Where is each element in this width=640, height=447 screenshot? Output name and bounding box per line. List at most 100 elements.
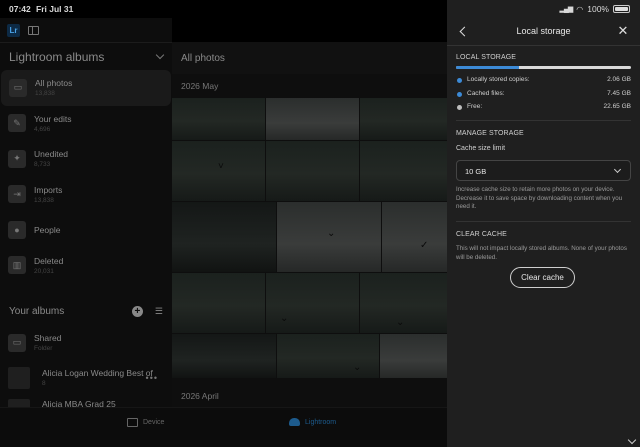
bottom-tab-bar: Device Lightroom	[0, 407, 447, 447]
divider	[456, 221, 631, 222]
sidebar-item-count: 8,733	[34, 161, 51, 169]
battery-icon	[613, 5, 630, 13]
tab-lightroom[interactable]: Lightroom	[289, 418, 336, 426]
legend-value: 2.06 GB	[607, 76, 631, 83]
lightroom-albums-header[interactable]: Lightroom albums	[0, 42, 172, 70]
month-header-may: 2026 May	[181, 81, 219, 91]
sidebar-item-your-edits[interactable]: ✎ Your edits 4,696	[0, 106, 172, 142]
sidebar-item-imports[interactable]: ⇥ Imports 13,838	[0, 177, 172, 213]
battery-percent: 100%	[587, 4, 609, 14]
pencil-icon: ✎	[8, 114, 26, 133]
cache-help-text: Increase cache size to retain more photo…	[456, 186, 623, 211]
page-title: All photos	[172, 42, 447, 74]
cache-size-value: 10 GB	[465, 167, 487, 176]
status-bar: 07:42 Fri Jul 31 ▂▄▆ ◠ 100%	[0, 0, 640, 18]
sidebar-item-label: People	[34, 224, 61, 235]
album-item-wedding[interactable]: Alicia Logan Wedding Best of 8 •••	[0, 360, 172, 395]
clear-cache-button[interactable]: Clear cache	[510, 267, 575, 288]
your-albums-title: Your albums	[9, 305, 65, 317]
album-sub: 8	[42, 380, 46, 387]
photo-thumbnail[interactable]: ⌄	[266, 273, 359, 333]
status-time: 07:42	[9, 4, 31, 14]
sidebar-item-deleted[interactable]: ▥ Deleted 20,031	[0, 248, 172, 284]
sidebar-item-count: 13,838	[35, 90, 55, 98]
your-albums-header: Your albums + ☰	[0, 297, 172, 325]
album-label: Alicia Logan Wedding Best of	[42, 368, 153, 378]
legend-dot	[457, 78, 462, 83]
photo-thumbnail[interactable]	[172, 273, 265, 333]
add-album-icon[interactable]: +	[131, 305, 143, 317]
more-icon[interactable]: •••	[146, 373, 158, 383]
photo-thumbnail[interactable]: ✓	[382, 202, 447, 272]
divider	[456, 120, 631, 121]
clear-cache-help-text: This will not impact locally stored albu…	[456, 245, 627, 261]
wifi-icon: ◠	[576, 4, 584, 14]
app-topbar: Lr	[0, 18, 172, 42]
sidebar-item-count: 4,696	[34, 125, 51, 133]
legend-dot	[457, 105, 462, 110]
legend-label: Cached files:	[467, 90, 505, 97]
photo-thumbnail[interactable]	[360, 141, 447, 201]
sidebar-item-label: Unedited	[34, 149, 69, 160]
photo-thumbnail[interactable]	[380, 334, 447, 378]
sidebar-toggle-icon[interactable]	[28, 25, 39, 35]
legend-dot	[457, 92, 462, 97]
sidebar-item-label: Deleted	[34, 255, 64, 266]
lightroom-logo: Lr	[7, 23, 20, 37]
legend-label: Locally stored copies:	[467, 76, 530, 83]
status-date: Fri Jul 31	[36, 4, 74, 14]
photo-thumbnail[interactable]	[360, 98, 447, 140]
photo-thumbnail[interactable]	[172, 202, 276, 272]
photo-thumbnail[interactable]: ˅	[172, 141, 265, 201]
sidebar-item-unedited[interactable]: ✦ Unedited 8,733	[0, 141, 172, 177]
status-right: ▂▄▆ ◠ 100%	[560, 4, 630, 14]
storage-usage-fill	[456, 66, 519, 69]
storage-usage-bar	[456, 66, 631, 69]
folder-icon: ▭	[8, 333, 26, 352]
sort-icon[interactable]: ☰	[155, 306, 163, 317]
close-icon[interactable]: ✕	[616, 24, 630, 38]
cache-size-select[interactable]: 10 GB	[456, 160, 631, 181]
month-header-april: 2026 April	[172, 384, 447, 407]
album-label: Shared	[34, 333, 62, 343]
sidebar-item-label: Your edits	[34, 113, 72, 124]
photo-grid-area: All photos 2026 May ˅ ⌄ ✓ ⌄ ⌄ ⌄ 2026 Apr…	[172, 42, 447, 407]
legend-label: Free:	[467, 103, 483, 110]
album-item-shared[interactable]: ▭ Shared Folder	[0, 325, 172, 360]
photo-thumbnail[interactable]	[266, 141, 359, 201]
signal-icon: ▂▄▆	[559, 6, 574, 13]
photo-icon: ▭	[9, 78, 27, 97]
local-storage-heading: LOCAL STORAGE	[456, 54, 517, 61]
device-icon	[127, 418, 138, 427]
manage-storage-heading: MANAGE STORAGE	[456, 130, 524, 137]
clear-cache-heading: CLEAR CACHE	[456, 231, 507, 238]
sidebar-item-count: 20,031	[34, 267, 54, 275]
photo-thumbnail[interactable]: ⌄	[277, 334, 379, 378]
photo-thumbnail[interactable]	[266, 98, 359, 140]
photo-thumbnail[interactable]	[172, 334, 276, 378]
album-thumbnail	[8, 366, 30, 389]
chevron-down-icon[interactable]	[155, 50, 165, 60]
legend-row-cached: Cached files: 7.45 GB	[456, 90, 631, 100]
trash-icon: ▥	[8, 256, 26, 275]
sidebar-item-all-photos[interactable]: ▭ All photos 13,838	[1, 70, 171, 106]
sidebar-item-label: Imports	[34, 184, 63, 195]
tab-device[interactable]: Device	[127, 418, 164, 427]
tab-lightroom-label: Lightroom	[305, 418, 337, 426]
cache-size-label: Cache size limit	[456, 145, 506, 152]
sidebar-item-people[interactable]: ● People	[0, 212, 172, 248]
sidebar-item-label: All photos	[35, 78, 73, 89]
sidebar: Lr Lightroom albums ▭ All photos 13,838 …	[0, 18, 172, 415]
panel-header: Local storage ✕	[447, 18, 640, 46]
panel-title: Local storage	[516, 26, 571, 36]
photo-thumbnail[interactable]	[172, 98, 265, 140]
legend-value: 22.65 GB	[603, 103, 631, 110]
photo-thumbnail[interactable]: ⌄	[360, 273, 447, 333]
chevron-down-icon	[613, 165, 622, 174]
album-sub: Folder	[34, 345, 53, 352]
magic-wand-icon: ✦	[8, 149, 26, 168]
legend-row-free: Free: 22.65 GB	[456, 103, 631, 113]
photo-thumbnail[interactable]: ⌄	[277, 202, 381, 272]
legend-value: 7.45 GB	[607, 90, 631, 97]
tab-device-label: Device	[143, 419, 165, 426]
